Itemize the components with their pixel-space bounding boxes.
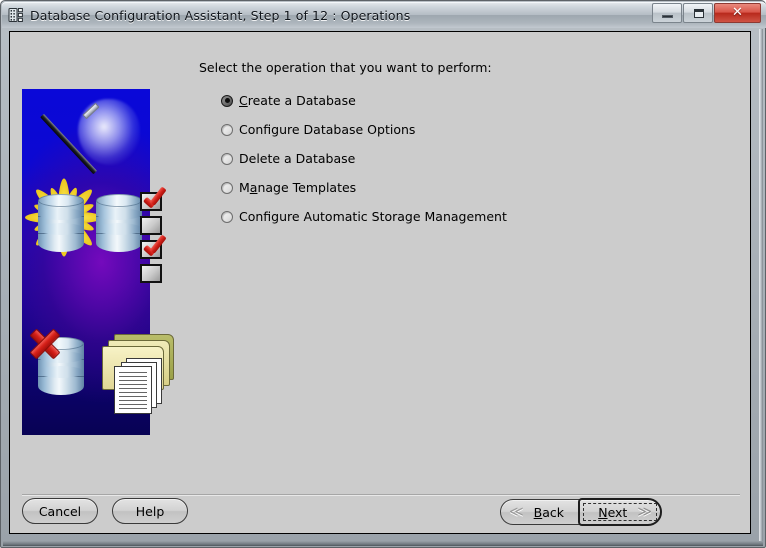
red-checkmark-icon [142,184,168,209]
window-controls: ✕ [651,2,761,24]
database-server-icon [8,7,24,23]
cancel-button[interactable]: Cancel [22,498,98,524]
window-title: Database Configuration Assistant, Step 1… [30,7,411,23]
page-title: Select the operation that you want to pe… [199,60,492,75]
chevron-right-icon: ≫ [637,504,652,520]
radio-button-icon[interactable] [221,210,233,223]
close-button[interactable]: ✕ [714,3,761,23]
radio-label: Delete a Database [239,151,356,166]
radio-button-icon[interactable] [221,181,233,194]
red-checkmark-icon [142,232,168,257]
radio-label: Manage Templates [239,180,357,195]
database-cylinder-icon [38,194,84,256]
window-right-edge [759,29,763,545]
radio-button-icon[interactable] [221,123,233,136]
document-icon [114,366,152,414]
radio-label: Create a Database [239,93,356,108]
maximize-icon [694,9,704,18]
navigation-buttons: ≪ Back Next ≫ [500,498,664,526]
help-button-label: Help [135,503,165,519]
database-cylinder-icon [96,194,142,256]
dialog-client-area: Select the operation that you want to pe… [9,31,751,534]
radio-option-delete-a-database[interactable]: Delete a Database [221,144,721,173]
chevron-left-icon: ≪ [509,504,524,520]
minimize-button[interactable] [652,3,682,23]
back-button[interactable]: ≪ Back [500,499,588,525]
close-icon: ✕ [732,5,743,20]
radio-option-configure-database-options[interactable]: Configure Database Options [221,115,721,144]
radio-option-configure-automatic-storage-management[interactable]: Configure Automatic Storage Management [221,202,721,231]
back-button-label: Back [533,504,565,520]
minimize-icon [662,15,673,18]
red-x-icon [28,327,62,361]
maximize-button[interactable] [683,3,713,23]
window-bottom-edge [3,541,763,546]
radio-label: Configure Automatic Storage Management [239,209,507,224]
operation-radio-group[interactable]: Create a Database Configure Database Opt… [221,86,721,231]
radio-option-create-a-database[interactable]: Create a Database [221,86,721,115]
cancel-button-label: Cancel [38,503,82,519]
checklist-icon [140,186,174,284]
next-button[interactable]: Next ≫ [578,498,662,526]
application-window: Database Configuration Assistant, Step 1… [0,0,766,548]
wizard-illustration [22,89,174,435]
help-button[interactable]: Help [112,498,188,524]
folders-documents-icon [98,332,176,414]
radio-button-icon[interactable] [221,94,233,107]
next-button-label: Next [598,504,628,520]
radio-button-icon[interactable] [221,152,233,165]
radio-option-manage-templates[interactable]: Manage Templates [221,173,721,202]
footer-separator [22,494,740,496]
radio-label: Configure Database Options [239,122,416,137]
